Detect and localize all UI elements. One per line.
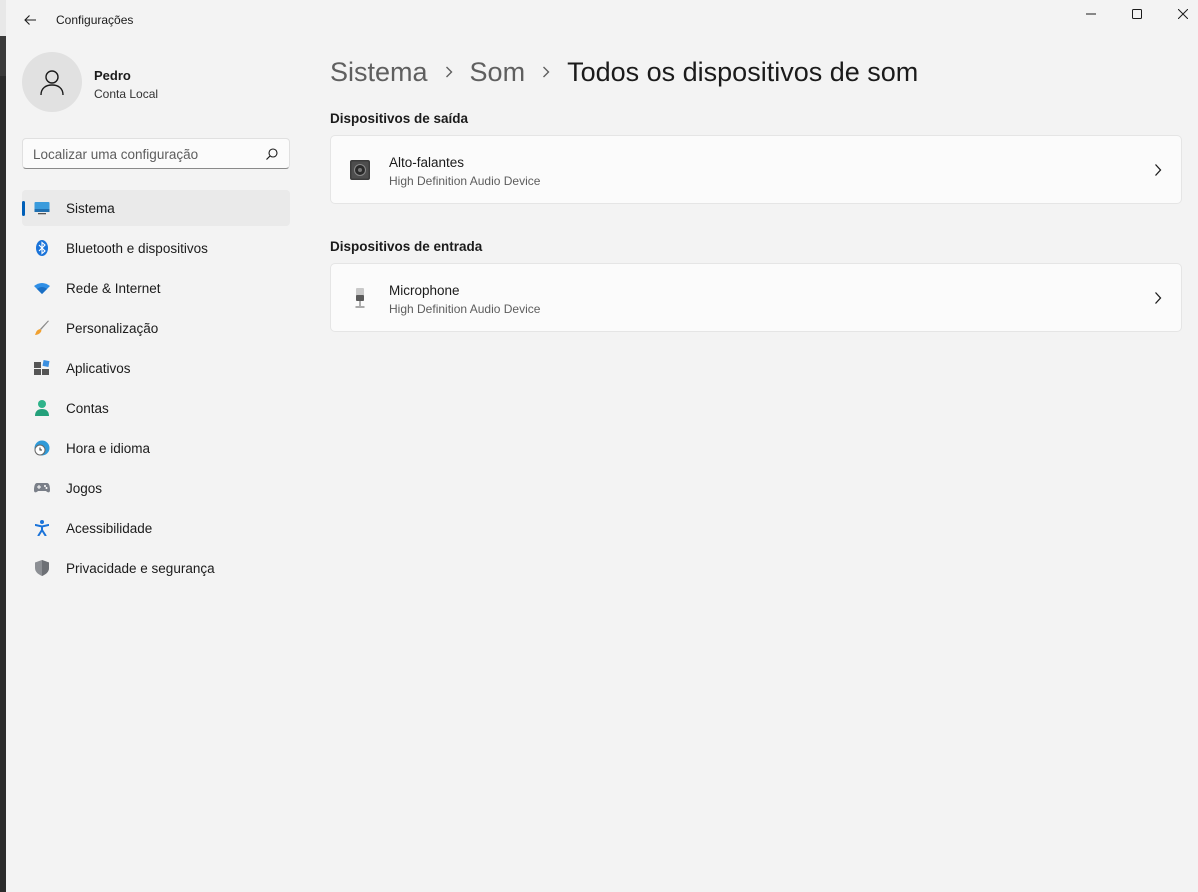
minimize-icon <box>1086 13 1096 15</box>
profile-account-type: Conta Local <box>94 87 159 101</box>
sidebar-item-label: Jogos <box>66 481 103 496</box>
sidebar-item-label: Rede & Internet <box>66 281 161 296</box>
sidebar-item-personalizacao[interactable]: Personalização <box>22 310 290 346</box>
user-profile[interactable]: Pedro Conta Local <box>22 52 292 114</box>
wifi-icon <box>34 280 50 296</box>
chevron-right-icon <box>1155 164 1162 176</box>
back-button[interactable] <box>16 6 44 34</box>
sidebar-item-acessibilidade[interactable]: Acessibilidade <box>22 510 290 546</box>
clock-globe-icon <box>34 440 50 456</box>
device-name: Alto-falantes <box>389 155 465 170</box>
sidebar-item-label: Hora e idioma <box>66 441 151 456</box>
bluetooth-icon <box>34 240 50 256</box>
chevron-right-icon <box>525 66 567 78</box>
breadcrumb-item-som[interactable]: Som <box>470 57 526 88</box>
search-input[interactable] <box>33 145 253 163</box>
speaker-icon <box>350 160 370 180</box>
person-outline-icon <box>40 70 64 96</box>
sidebar-item-label: Aplicativos <box>66 361 131 376</box>
brush-icon <box>34 320 50 336</box>
input-device-card[interactable]: Microphone High Definition Audio Device <box>330 263 1182 332</box>
sidebar-item-contas[interactable]: Contas <box>22 390 290 426</box>
settings-window: Configurações Pedro Conta Local Localiza… <box>6 0 1198 892</box>
microphone-icon <box>355 288 365 308</box>
output-devices-heading: Dispositivos de saída <box>330 111 469 126</box>
sidebar-item-label: Contas <box>66 401 109 416</box>
breadcrumb-item-sistema[interactable]: Sistema <box>330 57 428 88</box>
app-title: Configurações <box>56 13 134 27</box>
chevron-right-icon <box>428 66 470 78</box>
apps-icon <box>34 360 50 376</box>
search-box <box>22 138 290 169</box>
input-devices-heading: Dispositivos de entrada <box>330 239 483 254</box>
close-button[interactable] <box>1160 0 1198 28</box>
chevron-right-icon <box>1155 292 1162 304</box>
shield-icon <box>34 560 50 576</box>
device-name: Microphone <box>389 283 460 298</box>
gamepad-icon <box>34 480 50 496</box>
sidebar-item-rede[interactable]: Rede & Internet <box>22 270 290 306</box>
sidebar-item-label: Personalização <box>66 321 159 336</box>
maximize-icon <box>1132 9 1142 19</box>
sidebar-nav: Sistema Bluetooth e dispositivos Rede & … <box>22 190 290 590</box>
sidebar-item-jogos[interactable]: Jogos <box>22 470 290 506</box>
sidebar-item-label: Privacidade e segurança <box>66 561 215 576</box>
breadcrumb: Sistema Som Todos os dispositivos de som <box>330 54 918 90</box>
output-device-card[interactable]: Alto-falantes High Definition Audio Devi… <box>330 135 1182 204</box>
minimize-button[interactable] <box>1068 0 1114 28</box>
avatar <box>22 52 82 112</box>
arrow-left-icon <box>24 15 36 25</box>
close-icon <box>1178 9 1188 19</box>
sidebar-item-label: Sistema <box>66 201 115 216</box>
sidebar-item-label: Acessibilidade <box>66 521 153 536</box>
sidebar-item-bluetooth[interactable]: Bluetooth e dispositivos <box>22 230 290 266</box>
search-icon[interactable] <box>265 147 279 161</box>
device-description: High Definition Audio Device <box>389 174 541 188</box>
page-title: Todos os dispositivos de som <box>567 56 919 87</box>
sidebar-item-privacidade[interactable]: Privacidade e segurança <box>22 550 290 586</box>
sidebar-item-hora[interactable]: Hora e idioma <box>22 430 290 466</box>
maximize-button[interactable] <box>1114 0 1160 28</box>
sidebar-item-sistema[interactable]: Sistema <box>22 190 290 226</box>
title-bar: Configurações <box>6 0 1198 40</box>
system-icon <box>34 200 50 216</box>
sidebar-item-aplicativos[interactable]: Aplicativos <box>22 350 290 386</box>
person-icon <box>34 400 50 416</box>
device-description: High Definition Audio Device <box>389 302 541 316</box>
profile-name: Pedro <box>94 68 131 83</box>
accessibility-icon <box>34 520 50 536</box>
sidebar-item-label: Bluetooth e dispositivos <box>66 241 208 256</box>
